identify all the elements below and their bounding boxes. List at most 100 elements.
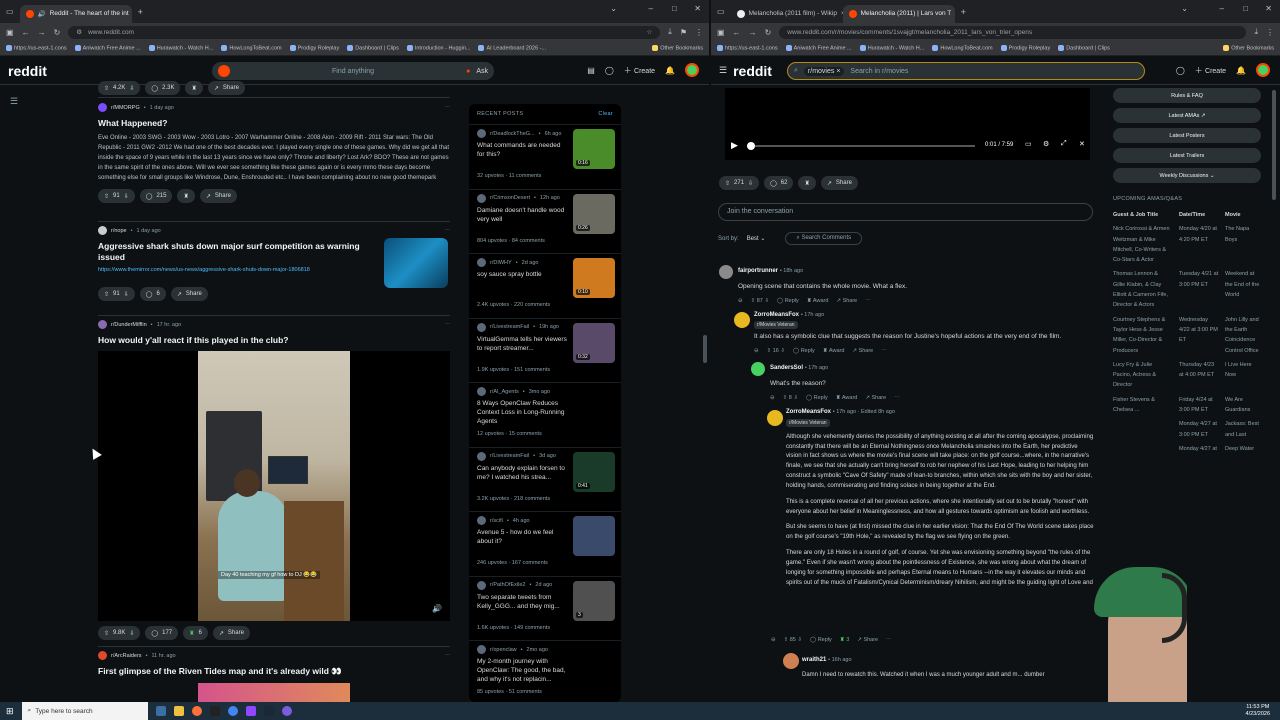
award-button[interactable]: ♜ Award — [823, 346, 845, 356]
avatar[interactable] — [734, 312, 750, 328]
ama-cell[interactable]: Weekend at the End of the World — [1219, 269, 1261, 314]
search-bar[interactable]: Find anything ● Ask — [212, 62, 494, 80]
recent-post-title[interactable]: Avenue 5 - how do we feel about it? — [477, 528, 569, 556]
recent-post-item[interactable]: r/DIWHY • 2d ago soy sauce spray bottle 2.… — [469, 253, 621, 318]
maximize-icon[interactable]: □ — [672, 4, 677, 13]
recent-post-thumbnail[interactable]: 0:10 — [573, 258, 615, 298]
hamburger-menu-icon[interactable]: ☰ — [719, 65, 727, 76]
bookmark-item[interactable]: AI Leaderboard 2026 -... — [478, 44, 546, 51]
steam-icon[interactable] — [263, 706, 274, 716]
ama-cell[interactable]: Deep Water — [1219, 444, 1261, 458]
new-tab-icon[interactable]: + — [138, 7, 143, 17]
menu-icon[interactable]: ⋮ — [695, 28, 703, 37]
discord-icon[interactable] — [281, 706, 292, 716]
comment-author[interactable]: ZorroMeansFox — [786, 409, 831, 415]
ama-cell[interactable]: John Lilly and the Earth Coincidence Con… — [1219, 315, 1261, 360]
collapse-icon[interactable]: ⊖ — [770, 393, 775, 403]
recent-post-thumbnail[interactable] — [573, 516, 615, 556]
collapse-icon[interactable]: ⊖ — [754, 346, 759, 356]
vote-button[interactable]: ⇧ 87 ⇩ — [751, 296, 769, 306]
recent-post-title[interactable]: VirtualGemma tells her viewers to report… — [477, 335, 569, 363]
ama-cell[interactable]: The Napa Boys — [1219, 224, 1261, 269]
comments-button[interactable]: ◯ 62 — [764, 176, 794, 190]
recent-post-title[interactable]: soy sauce spray bottle — [477, 270, 569, 298]
latest-amas-button[interactable]: Latest AMAs ↗ — [1113, 108, 1261, 123]
post-link[interactable]: https://www.themirror.com/news/us-news/a… — [98, 267, 378, 273]
advertise-icon[interactable]: ▤ — [587, 66, 595, 75]
bookmark-star-icon[interactable]: ☆ — [646, 28, 652, 36]
subreddit-link[interactable]: r/MMORPG — [111, 105, 140, 111]
post-card[interactable]: r/ArcRaiders • 11 hr. ago ⋯ First glimpse … — [98, 651, 450, 702]
forward-icon[interactable]: → — [38, 28, 46, 37]
ama-cell[interactable]: Jackass: Best and Last — [1219, 419, 1261, 444]
post-image[interactable] — [198, 683, 350, 702]
post-card[interactable]: r/nope • 1 day ago ⋯ Aggressive shark shut… — [98, 226, 450, 301]
recent-post-item[interactable]: r/openclaw • 2mo ago My 2-month journey w… — [469, 640, 621, 702]
more-options-icon[interactable]: ⋯ — [445, 228, 451, 234]
video-player[interactable]: Day 40 teaching my gf how to DJ 😂😂 🔊 — [98, 351, 450, 621]
search-bar[interactable]: ⌕ r/movies × Search in r/movies — [787, 62, 1145, 80]
captions-icon[interactable]: ▭ — [1025, 140, 1032, 148]
more-options-icon[interactable]: ⋯ — [881, 346, 887, 356]
bookmark-item[interactable]: https://us-east-1.cons — [717, 44, 778, 51]
bookmark-item[interactable]: Hurawatch - Watch H... — [859, 44, 924, 51]
menu-icon[interactable]: ⋮ — [1266, 28, 1274, 37]
recent-post-thumbnail[interactable]: 0:26 — [573, 193, 615, 234]
collections-icon[interactable]: ▣ — [717, 28, 725, 37]
scrollbar-thumb[interactable] — [1272, 90, 1276, 200]
post-title[interactable]: What Happened? — [98, 118, 450, 129]
share-button[interactable]: ↗ Share — [857, 637, 878, 643]
vote-button[interactable]: ⇧ 8 ⇩ — [783, 393, 798, 403]
share-button[interactable]: ↗ Share — [820, 176, 858, 190]
play-icon[interactable]: ▶ — [731, 140, 738, 151]
reply-button[interactable]: ◯ Reply — [777, 296, 799, 306]
award-button[interactable]: ♜ Award — [836, 393, 858, 403]
firefox-icon[interactable] — [191, 706, 202, 716]
site-info-icon[interactable]: ⚙ — [76, 28, 82, 36]
post-thumbnail[interactable] — [384, 238, 448, 288]
share-button[interactable]: ↗ Share — [170, 287, 208, 301]
avatar[interactable] — [685, 63, 699, 77]
close-window-icon[interactable]: ✕ — [694, 4, 701, 13]
reload-icon[interactable]: ↻ — [54, 28, 61, 37]
bookmark-item[interactable]: Prodigy Roleplay — [1000, 44, 1050, 51]
more-options-icon[interactable]: ⋯ — [894, 393, 900, 403]
recent-post-title[interactable]: 8 Ways OpenClaw Reduces Context Loss in … — [477, 399, 569, 427]
sidebar-toggle-icon[interactable]: ▭ — [6, 7, 14, 16]
extensions-icon[interactable]: ⚑ — [680, 28, 687, 37]
scrollbar-thumb[interactable] — [703, 335, 707, 363]
clock[interactable]: 11:53 PM 4/23/2026 — [1246, 704, 1270, 718]
avatar[interactable] — [783, 653, 799, 669]
bookmark-item[interactable]: Dashboard | Clips — [347, 44, 399, 51]
comment-author[interactable]: ZorroMeansFox — [754, 312, 799, 318]
chat-icon[interactable]: ◯ — [1176, 66, 1185, 75]
post-card[interactable]: r/DunderMifflin • 17 hr. ago ⋯ How would y… — [98, 320, 450, 346]
award-button[interactable]: ♜ Award — [807, 296, 829, 306]
recent-post-item[interactable]: r/AI_Agents • 3mo ago 8 Ways OpenClaw Red… — [469, 382, 621, 447]
minimize-icon[interactable]: – — [649, 4, 653, 13]
search-comments[interactable]: ⌕ Search Comments — [785, 232, 863, 245]
vote-button[interactable]: ⇧ 85 ⇩ — [784, 637, 802, 643]
post-card[interactable]: r/MMORPG • 1 day ago ⋯ What Happened? Eve … — [98, 103, 450, 203]
avatar[interactable] — [751, 362, 765, 376]
back-icon[interactable]: ← — [733, 28, 741, 37]
more-options-icon[interactable]: ⋯ — [445, 653, 451, 659]
share-button[interactable]: ↗ Share — [207, 81, 245, 95]
windows-start-icon[interactable]: ⊞ — [6, 706, 14, 717]
bookmark-item[interactable]: Aniwatch Free Anime ... — [74, 44, 141, 51]
recent-post-title[interactable]: Damiane doesn't handle wood very well — [477, 206, 569, 234]
ama-cell[interactable]: I Live Here Now — [1219, 360, 1261, 395]
recent-post-thumbnail[interactable]: 0:16 — [573, 129, 615, 169]
recent-post-title[interactable]: My 2-month journey with OpenClaw: The go… — [477, 657, 569, 685]
award-button[interactable]: ♜ 6 — [183, 626, 208, 640]
ama-cell[interactable]: We Are Guardians — [1219, 395, 1261, 420]
progress-handle[interactable] — [747, 142, 755, 150]
bookmark-folder[interactable]: Other Bookmarks — [652, 44, 703, 51]
search-input[interactable]: Find anything — [332, 68, 374, 75]
terminal-icon[interactable] — [209, 706, 220, 716]
recent-post-item[interactable]: r/CrimsonDesert • 12h ago Damiane doesn't… — [469, 188, 621, 254]
comments-button[interactable]: ◯ 215 — [139, 189, 173, 203]
chat-icon[interactable]: ◯ — [605, 66, 614, 75]
tab-search-icon[interactable]: ⌄ — [1181, 4, 1188, 13]
close-window-icon[interactable]: ✕ — [1265, 4, 1272, 13]
